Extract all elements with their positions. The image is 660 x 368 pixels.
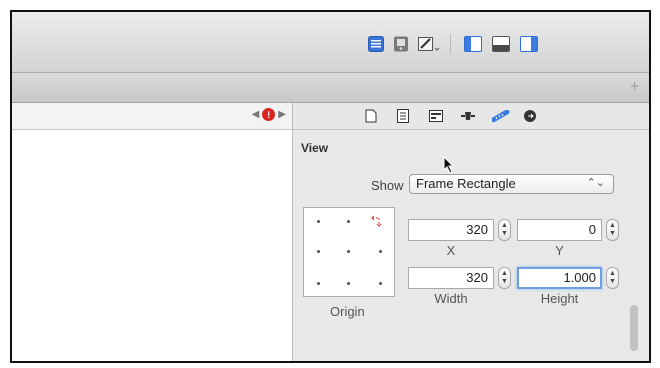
- width-stepper[interactable]: ▲ ▼: [498, 267, 511, 289]
- device-icon[interactable]: [393, 36, 409, 52]
- inspector-scrollbar[interactable]: [628, 295, 640, 361]
- size-inspector-panel: View Show Frame Rectangle ⌃⌄ Origin 320 …: [293, 130, 649, 361]
- show-label: Show: [371, 178, 404, 193]
- utilities-panel-icon[interactable]: [520, 36, 538, 52]
- origin-selector[interactable]: [303, 207, 395, 297]
- x-stepper[interactable]: ▲ ▼: [498, 219, 511, 241]
- y-field[interactable]: 0: [517, 219, 602, 241]
- popup-chevron-icon: ⌃⌄: [586, 177, 605, 189]
- navigator-panel-icon[interactable]: [464, 36, 482, 52]
- section-title-view: View: [301, 141, 329, 155]
- file-inspector-icon[interactable]: [364, 109, 378, 123]
- edit-icon[interactable]: [418, 36, 440, 52]
- origin-point-middle-left[interactable]: [317, 250, 320, 253]
- toolbar-separator: [450, 34, 451, 54]
- xcode-window: + ◀ ! ▶ View Show Frame Rectangle ⌃⌄ Ori…: [10, 10, 651, 363]
- inspector-tab-bar: [293, 103, 649, 130]
- origin-point-top-left[interactable]: [317, 220, 320, 223]
- y-stepper[interactable]: ▲ ▼: [606, 219, 619, 241]
- show-popup-button[interactable]: Frame Rectangle ⌃⌄: [409, 174, 614, 194]
- show-popup-value: Frame Rectangle: [416, 176, 516, 191]
- origin-point-bottom-right[interactable]: [379, 282, 382, 285]
- size-inspector-icon[interactable]: [492, 109, 510, 123]
- issue-navigator-controls: ◀ ! ▶: [252, 108, 286, 121]
- height-label: Height: [540, 291, 579, 306]
- x-label: X: [446, 243, 456, 258]
- list-view-icon[interactable]: [368, 36, 384, 52]
- next-issue-button[interactable]: ▶: [278, 109, 286, 120]
- quick-help-icon[interactable]: [396, 109, 410, 123]
- origin-point-bottom-left[interactable]: [317, 282, 320, 285]
- width-field[interactable]: 320: [408, 267, 494, 289]
- height-stepper[interactable]: ▲ ▼: [606, 267, 619, 289]
- window-toolbar: [12, 12, 649, 73]
- tab-bar: +: [12, 73, 649, 103]
- error-badge-icon[interactable]: !: [262, 108, 276, 121]
- origin-point-top-right-selected[interactable]: [370, 212, 388, 233]
- previous-issue-button[interactable]: ◀: [252, 109, 260, 120]
- add-tab-button[interactable]: +: [630, 78, 639, 95]
- scrollbar-thumb[interactable]: [630, 305, 638, 351]
- jump-bar: ◀ ! ▶: [12, 103, 292, 130]
- origin-point-top-center[interactable]: [347, 220, 350, 223]
- debug-panel-icon[interactable]: [492, 36, 510, 52]
- attributes-inspector-icon[interactable]: [461, 109, 475, 123]
- connections-inspector-icon[interactable]: [523, 109, 537, 123]
- y-label: Y: [555, 243, 564, 258]
- origin-point-middle-right[interactable]: [379, 250, 382, 253]
- identity-inspector-icon[interactable]: [429, 109, 443, 123]
- x-field[interactable]: 320: [408, 219, 494, 241]
- mouse-pointer-icon: [443, 155, 455, 177]
- height-field[interactable]: 1.000: [517, 267, 602, 289]
- origin-label: Origin: [330, 304, 365, 319]
- origin-point-center[interactable]: [347, 250, 350, 253]
- origin-point-bottom-center[interactable]: [347, 282, 350, 285]
- width-label: Width: [434, 291, 468, 306]
